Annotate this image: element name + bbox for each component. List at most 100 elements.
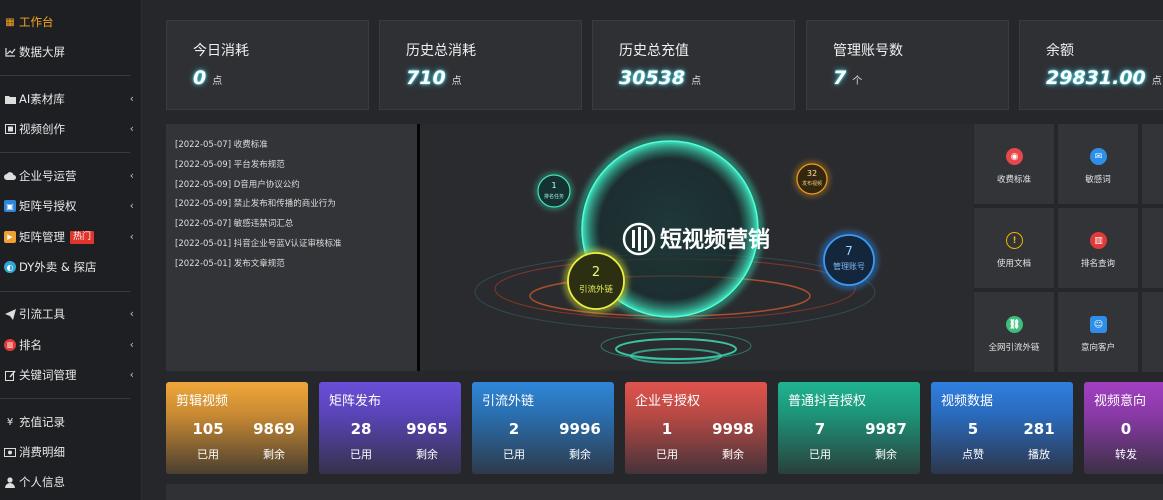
sidebar-item-recharge[interactable]: ¥ 充值记录 <box>0 407 142 437</box>
sidebar-item-matrix-auth[interactable]: ▣ 矩阵号授权 ‹ <box>0 191 142 221</box>
chevron-left-icon: ‹ <box>129 338 134 351</box>
bubble-traffic-count: 2 <box>592 265 600 280</box>
sidebar-item-video-creation[interactable]: 视频创作 ‹ <box>0 114 142 144</box>
metric-title: 矩阵发布 <box>329 394 382 409</box>
tile-partial[interactable] <box>1142 208 1163 288</box>
sidebar-divider <box>0 75 130 76</box>
metric-used-label: 已用 <box>350 448 372 461</box>
tile-partial[interactable] <box>1142 124 1163 204</box>
sidebar-item-label: AI素材库 <box>19 92 65 106</box>
windows-icon: ▦ <box>5 16 15 28</box>
sidebar-item-keywords[interactable]: 关键词管理 ‹ <box>0 360 142 390</box>
metric-shares-value: 0 <box>1120 420 1132 438</box>
metric-remaining-label: 剩余 <box>416 448 438 461</box>
bubble-rank-label: 排名任务 <box>544 193 564 200</box>
sidebar-item-label: 数据大屏 <box>19 45 65 59</box>
metric-remaining-value: 9987 <box>865 420 907 438</box>
tile-external-links[interactable]: ⛓ 全网引流外链 <box>974 292 1054 372</box>
metric-card-enterprise-auth[interactable]: 企业号授权 1 9998 已用 剩余 <box>625 382 767 474</box>
tile-rank-query[interactable]: ▥ 排名查询 <box>1058 208 1138 288</box>
stat-card-total-consumed: 历史总消耗 710 点 <box>379 20 582 110</box>
stat-card-total-recharge: 历史总充值 30538 点 <box>592 20 795 110</box>
metric-used-value: 105 <box>192 420 224 438</box>
metric-card-editing[interactable]: 剪辑视频 105 9869 已用 剩余 <box>166 382 308 474</box>
chevron-left-icon: ‹ <box>129 199 134 212</box>
sidebar-item-traffic-tools[interactable]: 引流工具 ‹ <box>0 299 142 329</box>
tile-label: 收费标准 <box>996 175 1031 185</box>
tile-sensitive-words[interactable]: ✉ 敏感词 <box>1058 124 1138 204</box>
chevron-left-icon: ‹ <box>129 92 134 105</box>
notice-item[interactable]: [2022-05-09] 平台发布规范 <box>175 158 285 170</box>
metric-used-label: 已用 <box>809 448 831 461</box>
metric-title: 剪辑视频 <box>176 394 229 409</box>
sidebar-item-ranking[interactable]: ▥ 排名 ‹ <box>0 330 142 360</box>
tile-partial[interactable] <box>1142 292 1163 372</box>
notice-item[interactable]: [2022-05-01] 发布文章规范 <box>175 257 285 269</box>
mail-icon: ✉ <box>1090 148 1107 165</box>
bottom-panel <box>166 484 1163 500</box>
metric-plays-label: 播放 <box>1028 448 1050 461</box>
sidebar-item-matrix-manage[interactable]: ▶ 矩阵管理 热门 ‹ <box>0 222 142 252</box>
metric-used-label: 已用 <box>656 448 678 461</box>
stat-card-today: 今日消耗 0点 <box>166 20 369 110</box>
metric-used-value: 2 <box>508 420 520 438</box>
sidebar-item-label: 视频创作 <box>19 122 65 136</box>
sidebar-item-label: 消费明细 <box>19 445 65 459</box>
notice-item[interactable]: [2022-05-07] 收费标准 <box>175 138 268 150</box>
metric-plays-value: 281 <box>1023 420 1055 438</box>
edit-icon <box>4 369 16 381</box>
bubble-publish-count: 32 <box>807 169 817 178</box>
sidebar-item-label: 引流工具 <box>19 307 65 321</box>
sidebar-item-profile[interactable]: 个人信息 <box>0 467 142 497</box>
brand-visual-graphic: 短视频营销 1 排名任务 32 发布视频 2 引流外链 7 管理账号 <box>474 136 878 364</box>
metric-card-douyin-auth[interactable]: 普通抖音授权 7 9987 已用 剩余 <box>778 382 920 474</box>
sidebar-item-label: 工作台 <box>19 15 54 29</box>
brand-visual: 短视频营销 1 排名任务 32 发布视频 2 引流外链 7 管理账号 <box>420 124 973 371</box>
sidebar-item-consumption[interactable]: 消费明细 <box>0 437 142 467</box>
metric-used-label: 已用 <box>503 448 525 461</box>
sidebar-item-ai-library[interactable]: AI素材库 ‹ <box>0 84 142 114</box>
sidebar-item-data-screen[interactable]: 数据大屏 <box>0 37 142 67</box>
notice-list: [2022-05-07] 收费标准 [2022-05-09] 平台发布规范 [2… <box>166 124 420 371</box>
sidebar: ▦ 工作台 数据大屏 AI素材库 ‹ 视频创作 ‹ 企业号运营 ‹ ▣ 矩阵号授… <box>0 0 142 500</box>
metric-title: 视频数据 <box>941 394 994 409</box>
sidebar-item-dy-takeout[interactable]: ◐ DY外卖 & 探店 <box>0 252 142 282</box>
tile-label: 意向客户 <box>1080 343 1115 353</box>
metric-title: 企业号授权 <box>635 394 701 409</box>
sidebar-item-label: DY外卖 & 探店 <box>19 260 97 274</box>
metric-remaining-value: 9998 <box>712 420 754 438</box>
stat-title: 历史总消耗 <box>406 43 476 59</box>
metric-card-video-intent[interactable]: 视频意向 0 转发 <box>1084 382 1163 474</box>
metric-title: 普通抖音授权 <box>788 394 867 409</box>
hot-badge: 热门 <box>70 230 95 244</box>
bubble-publish-label: 发布视频 <box>802 180 822 187</box>
sidebar-item-enterprise-ops[interactable]: 企业号运营 ‹ <box>0 161 142 191</box>
stat-value: 710 点 <box>406 67 462 89</box>
stat-card-accounts: 管理账号数 7个 <box>806 20 1009 110</box>
notice-item[interactable]: [2022-05-09] 禁止发布和传播的商业行为 <box>175 197 336 209</box>
tile-fee-standard[interactable]: ◉ 收费标准 <box>974 124 1054 204</box>
sidebar-item-workbench[interactable]: ▦ 工作台 <box>0 7 142 37</box>
contact-icon: ☺ <box>1090 316 1107 333</box>
metric-remaining-label: 剩余 <box>263 448 285 461</box>
metric-card-video-data[interactable]: 视频数据 5 281 点赞 播放 <box>931 382 1073 474</box>
tile-intent-customers[interactable]: ☺ 意向客户 <box>1058 292 1138 372</box>
metric-shares-label: 转发 <box>1115 448 1137 461</box>
chevron-left-icon: ‹ <box>129 169 134 182</box>
bubble-traffic-label: 引流外链 <box>579 284 614 295</box>
tile-docs[interactable]: ! 使用文档 <box>974 208 1054 288</box>
metric-card-matrix-publish[interactable]: 矩阵发布 28 9965 已用 剩余 <box>319 382 461 474</box>
metric-used-label: 已用 <box>197 448 219 461</box>
stat-title: 余额 <box>1046 43 1074 59</box>
stat-title: 管理账号数 <box>833 43 903 59</box>
stat-value: 30538 点 <box>619 67 702 89</box>
metric-card-traffic-links[interactable]: 引流外链 2 9996 已用 剩余 <box>472 382 614 474</box>
notice-item[interactable]: [2022-05-09] D音用户协议公约 <box>175 178 300 190</box>
metric-title: 引流外链 <box>482 394 535 409</box>
user-icon <box>4 476 16 488</box>
metric-likes-value: 5 <box>967 420 979 438</box>
bar-chart-icon: ▥ <box>4 339 16 351</box>
notice-item[interactable]: [2022-05-01] 抖音企业号蓝V认证审核标准 <box>175 237 342 249</box>
stat-title: 历史总充值 <box>619 43 689 59</box>
notice-item[interactable]: [2022-05-07] 敏感违禁词汇总 <box>175 217 293 229</box>
